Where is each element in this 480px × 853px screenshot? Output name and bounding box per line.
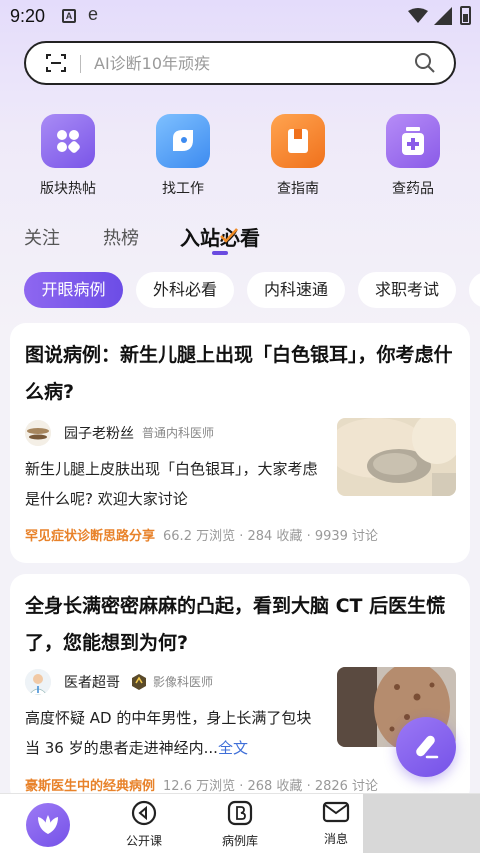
compose-button[interactable]	[396, 717, 456, 777]
tab-following[interactable]: 关注	[24, 224, 60, 250]
search-divider	[80, 55, 81, 73]
nav-case-library[interactable]: 病例库	[210, 800, 270, 849]
post-description: 新生儿腿上皮肤出现「白色银耳」，大家考虑是什么呢? 欢迎大家讨论	[25, 454, 325, 514]
author-name[interactable]: 园子老粉丝	[64, 423, 134, 443]
quick-action-label: 找工作	[162, 181, 204, 197]
quick-action-find-job[interactable]: 找工作	[133, 114, 233, 198]
status-bar: 9:20 A e	[0, 0, 480, 34]
nav-label: 消息	[323, 832, 348, 846]
post-topic-tag[interactable]: 罕见症状诊断思路分享	[25, 529, 155, 544]
quick-actions: 版块热帖 找工作 查指南 查药品	[0, 114, 480, 200]
quick-action-label: 查指南	[277, 181, 319, 197]
signal-icon	[434, 7, 452, 25]
scan-icon[interactable]	[46, 54, 66, 72]
nav-home[interactable]	[26, 803, 70, 847]
post-title[interactable]: 图说病例：新生儿腿上出现「白色银耳」，你考虑什么病?	[25, 337, 455, 411]
tab-hot-list[interactable]: 热榜	[103, 224, 139, 250]
post-meta: 罕见症状诊断思路分享 66.2 万浏览 · 284 收藏 · 9939 讨论	[25, 525, 378, 545]
browser-notification-icon: e	[88, 4, 99, 24]
status-time: 9:20	[10, 6, 46, 26]
bottom-navigation: 公开课 病例库 消息	[0, 793, 480, 853]
post-title[interactable]: 全身长满密密麻麻的凸起，看到大脑 CT 后医生慌了，您能想到为何?	[25, 588, 455, 662]
chip-jobs-exams[interactable]: 求职考试	[358, 272, 456, 308]
grid-icon	[41, 114, 95, 168]
chip-surgery[interactable]: 外科必看	[136, 272, 234, 308]
chip-internal-medicine[interactable]: 内科速通	[247, 272, 345, 308]
verified-badge-icon	[132, 674, 146, 690]
checkmark-icon	[220, 228, 238, 243]
wifi-icon	[408, 8, 428, 23]
quick-action-board-posts[interactable]: 版块热帖	[18, 114, 118, 198]
battery-icon	[460, 6, 471, 25]
author-role: 普通内科医师	[142, 426, 215, 440]
feed-tabs: 关注 热榜 入站必看	[0, 222, 480, 258]
quick-action-medicine[interactable]: 查药品	[363, 114, 463, 198]
nav-overlay-region	[363, 794, 480, 853]
post-card[interactable]: 图说病例：新生儿腿上出现「白色银耳」，你考虑什么病? 园子老粉丝 普通内科医师 …	[10, 323, 470, 563]
category-chips: 开眼病例 外科必看 内科速通 求职考试	[0, 272, 480, 310]
quick-action-label: 版块热帖	[40, 181, 96, 197]
chip-eye-opening-cases[interactable]: 开眼病例	[24, 272, 123, 308]
search-input[interactable]	[94, 51, 394, 75]
quick-action-guide[interactable]: 查指南	[248, 114, 348, 198]
guide-book-icon	[271, 114, 325, 168]
quick-action-label: 查药品	[392, 181, 434, 197]
nav-open-course[interactable]: 公开课	[114, 800, 174, 849]
post-description: 高度怀疑 AD 的中年男性，身上长满了包块当 36 岁的患者走进神经内...全文	[25, 703, 325, 763]
case-library-icon	[227, 800, 253, 826]
full-text-link[interactable]: 全文	[218, 739, 248, 757]
home-leaf-icon	[38, 815, 58, 834]
work-icon	[156, 114, 210, 168]
avatar[interactable]	[25, 669, 51, 695]
chip-more[interactable]	[469, 272, 480, 308]
search-icon[interactable]	[414, 52, 436, 74]
post-author[interactable]: 医者超哥 影像科医师	[25, 669, 325, 695]
post-thumbnail[interactable]	[337, 418, 456, 496]
nav-label: 公开课	[125, 834, 162, 848]
post-description-text: 新生儿腿上皮肤出现「白色银耳」，大家考虑是什么呢? 欢迎大家讨论	[25, 460, 318, 508]
medicine-icon	[386, 114, 440, 168]
avatar[interactable]	[25, 420, 51, 446]
post-stats: 12.6 万浏览 · 268 收藏 · 2826 讨论	[163, 779, 379, 794]
author-role: 影像科医师	[153, 675, 214, 689]
post-topic-tag[interactable]: 豪斯医生中的经典病例	[25, 779, 155, 794]
active-tab-indicator	[212, 251, 228, 255]
play-circle-icon	[131, 800, 157, 826]
post-meta: 豪斯医生中的经典病例 12.6 万浏览 · 268 收藏 · 2826 讨论	[25, 775, 378, 795]
post-description-text: 高度怀疑 AD 的中年男性，身上长满了包块当 36 岁的患者走进神经内...	[25, 709, 312, 757]
post-author[interactable]: 园子老粉丝 普通内科医师	[25, 420, 325, 446]
post-stats: 66.2 万浏览 · 284 收藏 · 9939 讨论	[163, 529, 379, 544]
nav-messages[interactable]: 消息	[306, 800, 366, 847]
mail-icon	[322, 801, 350, 823]
author-name[interactable]: 医者超哥	[64, 672, 120, 692]
compose-icon	[416, 735, 439, 759]
nav-label: 病例库	[221, 834, 258, 848]
search-bar[interactable]	[24, 41, 456, 85]
app-a-notification-icon: A	[62, 9, 76, 23]
